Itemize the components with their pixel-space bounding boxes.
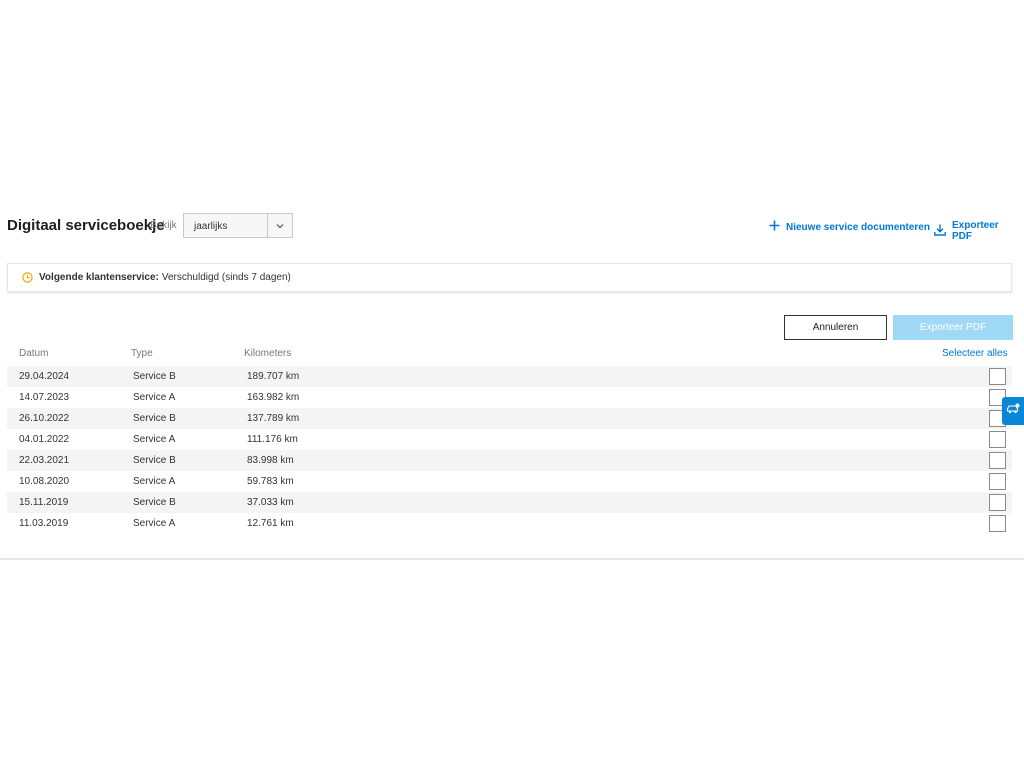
side-feedback-tab[interactable] (1002, 397, 1024, 425)
row-type: Service B (133, 413, 176, 424)
column-header-date: Datum (19, 348, 49, 359)
download-icon (934, 224, 946, 239)
row-date: 22.03.2021 (19, 455, 70, 466)
row-type: Service B (133, 455, 176, 466)
column-header-type: Type (131, 348, 153, 359)
row-type: Service A (133, 434, 176, 445)
row-type: Service A (133, 476, 176, 487)
table-row: 29.04.2024 Service B 189.707 km (7, 366, 1012, 387)
row-date: 29.04.2024 (19, 371, 70, 382)
row-checkbox[interactable] (989, 431, 1006, 448)
row-kilometers: 189.707 km (247, 371, 300, 382)
column-header-kilometers: Kilometers (244, 348, 292, 359)
table-row: 15.11.2019 Service B 37.033 km (7, 492, 1012, 513)
header: Digitaal serviceboekje Bekijk jaarlijks … (7, 213, 1017, 242)
service-car-icon (1006, 402, 1020, 420)
notice-text: Verschuldigd (sinds 7 dagen) (161, 272, 291, 283)
new-service-button[interactable]: Nieuwe service documenteren (769, 220, 930, 234)
clock-icon (22, 272, 33, 283)
row-kilometers: 59.783 km (247, 476, 294, 487)
export-pdf-button[interactable]: Exporteer PDF (893, 315, 1013, 340)
row-checkbox[interactable] (989, 515, 1006, 532)
row-date: 14.07.2023 (19, 392, 70, 403)
service-book-panel: Digitaal serviceboekje Bekijk jaarlijks … (0, 190, 1024, 560)
export-pdf-link[interactable]: Exporteer PDF (934, 220, 1017, 242)
row-kilometers: 12.761 km (247, 518, 294, 529)
chevron-down-icon (268, 214, 292, 237)
table-row: 14.07.2023 Service A 163.982 km (7, 387, 1012, 408)
select-all-link[interactable]: Selecteer alles (942, 348, 1008, 359)
row-kilometers: 137.789 km (247, 413, 300, 424)
plus-icon (769, 220, 780, 234)
row-kilometers: 37.033 km (247, 497, 294, 508)
row-kilometers: 83.998 km (247, 455, 294, 466)
row-date: 04.01.2022 (19, 434, 70, 445)
page-title: Digitaal serviceboekje (7, 217, 165, 234)
table-row: 26.10.2022 Service B 137.789 km (7, 408, 1012, 429)
row-date: 26.10.2022 (19, 413, 70, 424)
notice-label: Volgende klantenservice: (39, 272, 159, 283)
view-select[interactable]: jaarlijks (183, 213, 293, 238)
cancel-button[interactable]: Annuleren (784, 315, 887, 340)
row-type: Service B (133, 497, 176, 508)
row-date: 15.11.2019 (19, 497, 69, 508)
view-label: Bekijk (150, 220, 177, 231)
new-service-label: Nieuwe service documenteren (786, 221, 930, 233)
row-kilometers: 163.982 km (247, 392, 300, 403)
table-row: 10.08.2020 Service A 59.783 km (7, 471, 1012, 492)
row-date: 10.08.2020 (19, 476, 70, 487)
next-service-notice: Volgende klantenservice: Verschuldigd (s… (7, 263, 1012, 292)
row-kilometers: 111.176 km (247, 434, 298, 445)
row-type: Service A (133, 518, 176, 529)
view-select-value: jaarlijks (184, 214, 268, 237)
row-checkbox[interactable] (989, 494, 1006, 511)
table-row: 11.03.2019 Service A 12.761 km (7, 513, 1012, 534)
row-checkbox[interactable] (989, 473, 1006, 490)
table-row: 22.03.2021 Service B 83.998 km (7, 450, 1012, 471)
row-date: 11.03.2019 (19, 518, 69, 529)
export-pdf-label: Exporteer PDF (952, 220, 999, 242)
row-checkbox[interactable] (989, 452, 1006, 469)
row-type: Service A (133, 392, 176, 403)
table-row: 04.01.2022 Service A 111.176 km (7, 429, 1012, 450)
row-checkbox[interactable] (989, 368, 1006, 385)
row-type: Service B (133, 371, 176, 382)
service-table: 29.04.2024 Service B 189.707 km 14.07.20… (7, 366, 1012, 534)
